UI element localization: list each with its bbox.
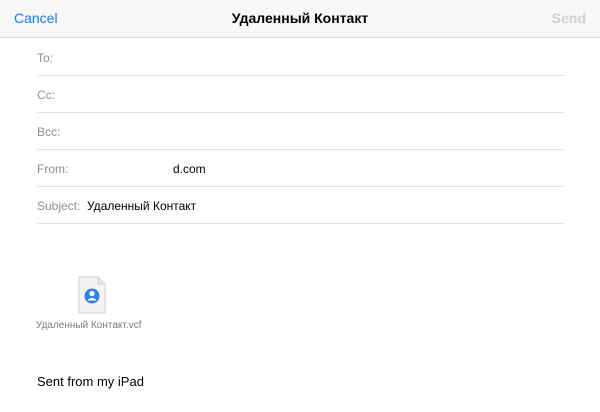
attachment[interactable]: Удаленный Контакт.vcf — [30, 276, 160, 336]
subject-value[interactable]: Удаленный Контакт — [87, 199, 196, 213]
mail-compose-screen: Cancel Удаленный Контакт Send To: Cc: Bc… — [0, 0, 600, 412]
from-label: From: — [37, 162, 69, 176]
from-value: d.com — [173, 162, 206, 176]
to-field-row[interactable]: To: — [37, 39, 564, 76]
subject-label: Subject: — [37, 199, 81, 213]
cancel-button[interactable]: Cancel — [14, 10, 58, 26]
cc-label: Cc: — [37, 88, 55, 102]
from-field-row[interactable]: From: d.com — [37, 150, 564, 187]
to-label: To: — [37, 51, 54, 65]
attachment-file-name: Удаленный Контакт.vcf — [36, 320, 142, 331]
compose-title: Удаленный Контакт — [231, 10, 369, 26]
subject-field-row[interactable]: Subject: Удаленный Контакт — [37, 187, 564, 224]
bcc-field-row[interactable]: Bcc: — [37, 113, 564, 150]
redacted-email-mask — [69, 161, 182, 177]
bcc-label: Bcc: — [37, 125, 61, 139]
send-button[interactable]: Send — [552, 10, 586, 26]
navigation-bar: Cancel Удаленный Контакт Send — [0, 0, 600, 38]
email-signature[interactable]: Sent from my iPad — [37, 374, 144, 389]
contact-card-icon — [78, 276, 106, 314]
cc-field-row[interactable]: Cc: — [37, 76, 564, 113]
